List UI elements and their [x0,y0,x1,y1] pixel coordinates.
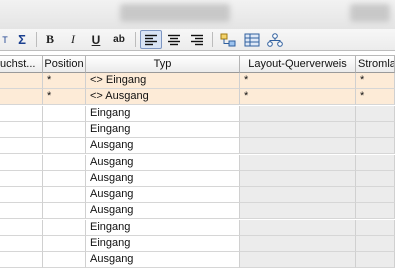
position-cell[interactable] [43,154,86,171]
name-cell[interactable] [0,154,43,171]
position-cell[interactable] [43,252,86,268]
structure-icon [220,33,236,46]
typ-cell[interactable]: Eingang [86,105,240,122]
layout-querverweis-cell[interactable] [240,105,356,122]
layout-querverweis-cell[interactable] [240,187,356,204]
layout-querverweis-cell[interactable]: * [240,73,356,89]
format-toolbar: T Σ B I U ab [0,29,395,51]
blurred-title-region [120,4,230,22]
position-cell[interactable] [43,121,86,138]
underline-icon: U [91,32,101,47]
align-left-button[interactable] [140,30,162,49]
layout-querverweis-cell[interactable] [240,154,356,171]
name-cell[interactable] [0,170,43,187]
typ-cell[interactable]: Ausgang [86,252,240,268]
stromlauf-cell[interactable] [356,138,395,155]
table-properties-button[interactable] [242,30,262,49]
typ-cell[interactable]: Ausgang [86,170,240,187]
position-cell[interactable] [43,187,86,204]
layout-querverweis-cell[interactable] [240,236,356,252]
position-cell[interactable] [43,203,86,220]
name-cell[interactable] [0,236,43,252]
name-cell[interactable] [0,219,43,236]
align-right-icon [191,34,203,45]
name-cell[interactable] [0,73,43,89]
typ-cell[interactable]: <> Eingang [86,73,240,89]
sum-button[interactable]: Σ [12,30,32,49]
typ-cell[interactable]: <> Ausgang [86,89,240,106]
column-header-layout-querverweis[interactable]: Layout-Querverweis [240,56,356,73]
toolbar-separator [212,32,213,47]
stromlauf-cell[interactable] [356,236,395,252]
structure-button[interactable] [218,30,238,49]
position-cell[interactable] [43,236,86,252]
italic-icon: I [71,32,75,46]
position-cell[interactable]: * [43,73,86,89]
stromlauf-cell[interactable] [356,154,395,171]
column-header-name[interactable]: uchst... [0,56,43,73]
font-size-button[interactable]: T [0,30,10,49]
position-cell[interactable] [43,105,86,122]
layout-querverweis-cell[interactable]: * [240,89,356,106]
layout-querverweis-cell[interactable] [240,219,356,236]
sum-icon: Σ [18,32,26,47]
bold-button[interactable]: B [40,30,60,49]
name-cell[interactable] [0,121,43,138]
strikethrough-button[interactable]: ab [109,30,129,49]
name-cell[interactable] [0,89,43,106]
strikethrough-icon: ab [113,34,125,45]
position-cell[interactable] [43,219,86,236]
stromlauf-cell[interactable]: * [356,89,395,106]
name-cell[interactable] [0,138,43,155]
window-title-area [0,0,395,30]
layout-querverweis-cell[interactable] [240,170,356,187]
typ-cell[interactable]: Ausgang [86,187,240,204]
italic-button[interactable]: I [63,30,83,49]
name-cell[interactable] [0,105,43,122]
table-properties-icon [244,33,260,46]
stromlauf-cell[interactable] [356,203,395,220]
toolbar-separator [36,32,37,47]
blurred-title-region-right [350,4,390,22]
stromlauf-cell[interactable] [356,219,395,236]
layout-querverweis-cell[interactable] [240,121,356,138]
typ-cell[interactable]: Ausgang [86,203,240,220]
position-cell[interactable] [43,138,86,155]
font-size-label: T [2,34,8,45]
data-grid: uchst... Position Typ Layout-Querverweis… [0,55,395,268]
typ-cell[interactable]: Ausgang [86,138,240,155]
hierarchy-button[interactable] [265,30,285,49]
align-center-icon [168,34,180,45]
stromlauf-cell[interactable] [356,105,395,122]
stromlauf-cell[interactable] [356,252,395,268]
typ-cell[interactable]: Ausgang [86,154,240,171]
name-cell[interactable] [0,252,43,268]
column-header-position[interactable]: Position [43,56,86,73]
layout-querverweis-cell[interactable] [240,203,356,220]
stromlauf-cell[interactable]: * [356,73,395,89]
layout-querverweis-cell[interactable] [240,252,356,268]
underline-button[interactable]: U [86,30,106,49]
position-cell[interactable]: * [43,89,86,106]
hierarchy-icon [267,32,283,47]
stromlauf-cell[interactable] [356,121,395,138]
typ-cell[interactable]: Eingang [86,219,240,236]
column-header-typ[interactable]: Typ [86,56,240,73]
position-cell[interactable] [43,170,86,187]
typ-cell[interactable]: Eingang [86,121,240,138]
toolbar-separator [135,32,136,47]
column-header-stromlauf[interactable]: Stromla [356,56,395,73]
align-center-button[interactable] [164,30,184,49]
typ-cell[interactable]: Eingang [86,236,240,252]
stromlauf-cell[interactable] [356,170,395,187]
align-right-button[interactable] [187,30,207,49]
name-cell[interactable] [0,187,43,204]
align-left-icon [145,34,157,45]
layout-querverweis-cell[interactable] [240,138,356,155]
stromlauf-cell[interactable] [356,187,395,204]
name-cell[interactable] [0,203,43,220]
bold-icon: B [45,32,54,46]
